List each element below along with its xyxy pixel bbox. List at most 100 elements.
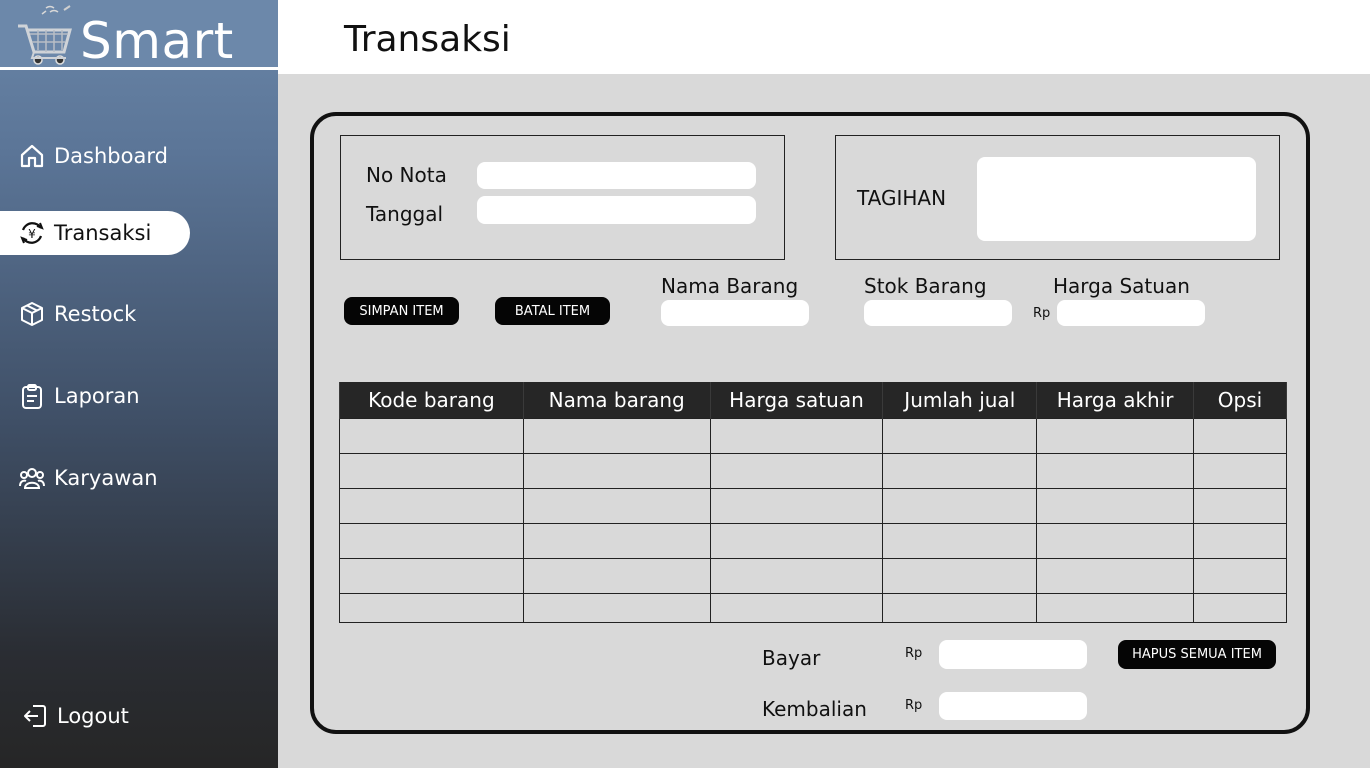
table-cell (1193, 557, 1287, 594)
table-cell (339, 487, 524, 524)
tanggal-label: Tanggal (366, 202, 444, 226)
no-nota-label: No Nota (366, 163, 447, 187)
tagihan-display (977, 157, 1256, 241)
table-cell (1036, 557, 1195, 594)
table-cell (1036, 452, 1195, 489)
sidebar-item-label: Transaksi (54, 221, 152, 245)
table-row[interactable] (339, 487, 1287, 524)
column-header: Harga akhir (1036, 382, 1195, 418)
table-cell (709, 557, 884, 594)
sidebar: Smart Dashboard ¥ Transaksi Restock Lapo… (0, 0, 278, 768)
table-cell (709, 592, 884, 623)
nama-barang-input[interactable] (661, 300, 809, 326)
nama-barang-label: Nama Barang (661, 274, 799, 298)
sidebar-item-restock[interactable]: Restock (0, 292, 190, 336)
table-cell (882, 557, 1038, 594)
table-cell (339, 452, 524, 489)
table-cell (1193, 452, 1287, 489)
sidebar-item-label: Restock (54, 302, 137, 326)
table-cell (1193, 592, 1287, 623)
table-cell (522, 557, 711, 594)
table-cell (339, 557, 524, 594)
hapus-semua-item-button[interactable]: HAPUS SEMUA ITEM (1118, 640, 1276, 669)
harga-satuan-currency: Rp (1033, 306, 1051, 321)
table-cell (1036, 487, 1195, 524)
table-cell (882, 592, 1038, 623)
column-header: Nama barang (522, 382, 711, 418)
table-cell (709, 487, 884, 524)
table-cell (522, 452, 711, 489)
invoice-box: No Nota Tanggal (340, 135, 785, 260)
table-cell (339, 417, 524, 454)
column-header: Harga satuan (709, 382, 884, 418)
kembalian-label: Kembalian (762, 697, 867, 721)
bayar-input[interactable] (939, 640, 1087, 669)
table-cell (882, 487, 1038, 524)
stok-barang-input[interactable] (864, 300, 1012, 326)
table-cell (709, 522, 884, 559)
tagihan-label: TAGIHAN (857, 186, 947, 210)
table-cell (522, 592, 711, 623)
table-cell (522, 417, 711, 454)
table-cell (1036, 592, 1195, 623)
table-row[interactable] (339, 452, 1287, 489)
table-cell (522, 522, 711, 559)
clipboard-icon (18, 382, 46, 410)
table-cell (882, 417, 1038, 454)
table-cell (1193, 417, 1287, 454)
currency-exchange-icon: ¥ (18, 219, 46, 247)
bayar-label: Bayar (762, 646, 821, 670)
table-cell (882, 522, 1038, 559)
page-title: Transaksi (344, 19, 511, 60)
table-row[interactable] (339, 592, 1287, 623)
logout-icon (21, 702, 49, 730)
header: Transaksi (278, 0, 1370, 74)
sidebar-item-dashboard[interactable]: Dashboard (0, 134, 190, 178)
sidebar-item-label: Laporan (54, 384, 140, 408)
stok-barang-label: Stok Barang (864, 274, 987, 298)
kembalian-currency: Rp (905, 698, 923, 713)
bayar-currency: Rp (905, 646, 923, 661)
simpan-item-button[interactable]: SIMPAN ITEM (344, 297, 459, 325)
column-header: Kode barang (339, 382, 524, 418)
logout-label: Logout (57, 704, 129, 728)
transaction-panel: No Nota Tanggal TAGIHAN SIMPAN ITEM BATA… (310, 112, 1310, 734)
table-cell (1193, 487, 1287, 524)
shopping-cart-icon (18, 5, 72, 65)
tanggal-input[interactable] (477, 196, 756, 224)
table-cell (709, 452, 884, 489)
table-cell (1036, 522, 1195, 559)
users-icon (18, 464, 46, 492)
sidebar-item-label: Karyawan (54, 466, 158, 490)
no-nota-input[interactable] (477, 162, 756, 189)
table-header-row: Kode barang Nama barang Harga satuan Jum… (339, 382, 1287, 418)
table-cell (339, 592, 524, 623)
svg-text:¥: ¥ (28, 227, 36, 241)
harga-satuan-label: Harga Satuan (1053, 274, 1190, 298)
kembalian-display (939, 692, 1087, 720)
sidebar-item-transaksi[interactable]: ¥ Transaksi (0, 211, 190, 255)
sidebar-item-laporan[interactable]: Laporan (0, 374, 190, 418)
table-cell (522, 487, 711, 524)
column-header: Jumlah jual (882, 382, 1038, 418)
table-cell (339, 522, 524, 559)
tagihan-box: TAGIHAN (835, 135, 1280, 260)
table-row[interactable] (339, 522, 1287, 559)
table-row[interactable] (339, 417, 1287, 454)
sidebar-item-karyawan[interactable]: Karyawan (0, 456, 190, 500)
home-icon (18, 142, 46, 170)
table-cell (709, 417, 884, 454)
brand-name: Smart (80, 12, 234, 70)
table-row[interactable] (339, 557, 1287, 594)
table-cell (882, 452, 1038, 489)
harga-satuan-input[interactable] (1057, 300, 1205, 326)
sidebar-item-label: Dashboard (54, 144, 168, 168)
table-cell (1193, 522, 1287, 559)
items-table: Kode barang Nama barang Harga satuan Jum… (339, 382, 1287, 623)
table-cell (1036, 417, 1195, 454)
batal-item-button[interactable]: BATAL ITEM (495, 297, 610, 325)
column-header: Opsi (1193, 382, 1287, 418)
logout-button[interactable]: Logout (0, 694, 190, 738)
box-icon (18, 300, 46, 328)
brand-logo: Smart (0, 0, 278, 70)
